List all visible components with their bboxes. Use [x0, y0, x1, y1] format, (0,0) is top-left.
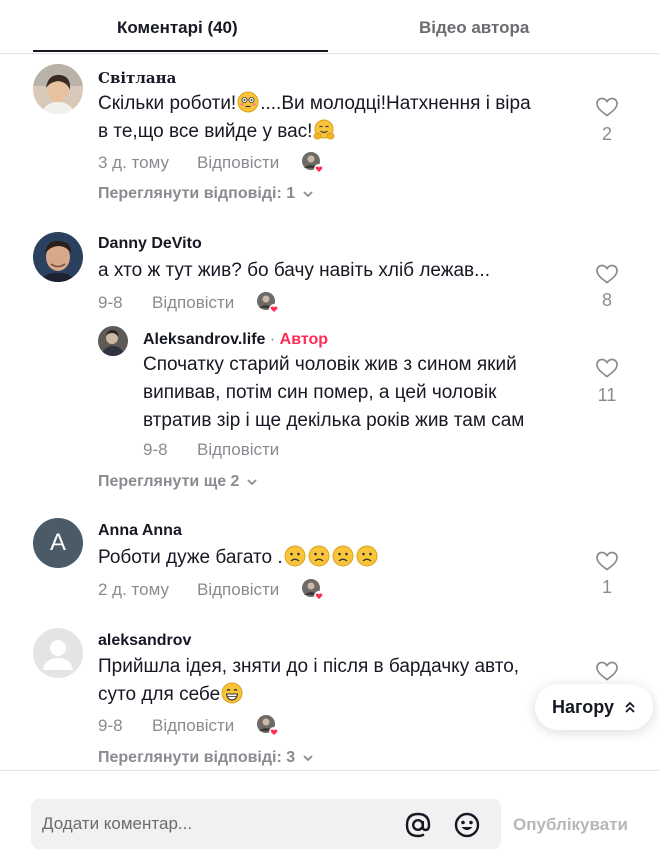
- comment-text: Роботи дуже багато .: [98, 544, 578, 572]
- heart-icon[interactable]: [595, 262, 619, 286]
- comment-text: Прийшла ідея, зняти до і після в бардачк…: [98, 653, 568, 709]
- username[interactable]: Danny DeVito: [98, 235, 202, 253]
- comment-time: 2 д. тому: [98, 580, 169, 599]
- username[interactable]: Aleksandrov.life: [143, 331, 265, 348]
- hugging-emoji-icon: [313, 119, 335, 140]
- reply-time: 9-8: [143, 440, 168, 459]
- avatar[interactable]: [98, 326, 128, 356]
- comment-text-part: Скільки роботи!: [98, 93, 237, 114]
- chevron-down-icon: [247, 479, 258, 486]
- reply-text: Спочатку старий чоловік жив з сином який…: [143, 351, 583, 435]
- tab-bar: Коментарі (40) Відео автора: [0, 0, 659, 54]
- comment-input[interactable]: [42, 799, 392, 849]
- reply-text-line: випивав, потім син помер, а цей чоловік: [143, 382, 497, 403]
- creator-liked-icon: [301, 578, 324, 601]
- heart-icon[interactable]: [595, 549, 619, 573]
- heart-icon[interactable]: [595, 659, 619, 683]
- reply-author: Aleksandrov.life · Автор: [143, 331, 328, 349]
- comment-text-line: суто для себе: [98, 681, 568, 709]
- comment-time: 9-8: [98, 716, 123, 735]
- mention-icon[interactable]: [404, 811, 432, 839]
- username[interactable]: Світлана: [98, 69, 176, 87]
- view-more-replies-button[interactable]: Переглянути ще 2: [98, 473, 259, 491]
- double-chevron-up-icon: [625, 701, 635, 713]
- avatar[interactable]: [33, 64, 83, 114]
- author-badge: Автор: [279, 331, 328, 348]
- frowning-emoji-icon: [356, 545, 378, 567]
- heart-icon[interactable]: [595, 356, 619, 380]
- tab-comments[interactable]: Коментарі (40): [117, 18, 238, 38]
- creator-liked-icon: [256, 714, 279, 737]
- view-more-label: Переглянути ще 2: [98, 473, 240, 490]
- comment-text-part: суто для себе: [98, 684, 221, 705]
- avatar[interactable]: [33, 628, 83, 678]
- creator-liked-icon: [301, 151, 324, 174]
- view-replies-label: Переглянути відповіді: 3: [98, 749, 296, 766]
- chevron-down-icon: [303, 755, 313, 762]
- comment-time: 9-8: [98, 293, 123, 312]
- like-count: 8: [601, 290, 612, 310]
- avatar-letter: A: [49, 529, 66, 556]
- chevron-down-icon: [303, 191, 313, 198]
- active-tab-indicator: [33, 50, 328, 52]
- reply-button[interactable]: Відповісти: [197, 153, 279, 173]
- avatar[interactable]: [33, 232, 83, 282]
- username[interactable]: aleksandrov: [98, 632, 191, 650]
- comment-text-part: Роботи дуже багато .: [98, 547, 283, 568]
- view-replies-button[interactable]: Переглянути відповіді: 1: [98, 185, 315, 203]
- publish-button[interactable]: Опублікувати: [513, 815, 628, 835]
- grinning-emoji-icon: [221, 682, 243, 704]
- reply-text-line: Спочатку старий чоловік жив з сином який: [143, 354, 517, 375]
- like-count: 11: [597, 385, 617, 405]
- comment-text: Скільки роботи! ....Ви молодці!Натхнення …: [98, 90, 568, 146]
- frowning-emoji-icon: [332, 545, 354, 567]
- comment-input-container: [31, 799, 501, 849]
- separator: ·: [265, 331, 280, 348]
- emoji-icon[interactable]: [453, 811, 481, 839]
- reply-button[interactable]: Відповісти: [152, 716, 234, 736]
- view-replies-label: Переглянути відповіді: 1: [98, 185, 296, 202]
- comment-time: 3 д. тому: [98, 153, 169, 172]
- view-replies-button[interactable]: Переглянути відповіді: 3: [98, 749, 315, 767]
- flushed-emoji-icon: [237, 91, 259, 113]
- like-count: 1: [601, 577, 612, 597]
- comment-text-line: Прийшла ідея, зняти до і після в бардачк…: [98, 656, 520, 677]
- comment-composer: Опублікувати: [0, 770, 659, 865]
- like-count: 2: [601, 124, 612, 144]
- username[interactable]: Anna Anna: [98, 522, 182, 540]
- frowning-emoji-icon: [284, 545, 306, 567]
- comment-text: а хто ж тут жив? бо бачу навіть хліб леж…: [98, 260, 490, 281]
- reply-button[interactable]: Відповісти: [152, 293, 234, 313]
- comment-text-part: ....Ви молодці!Натхнення і віра: [260, 93, 531, 114]
- reply-text-line: втратив зір і ще декілька років жив там …: [143, 410, 525, 431]
- avatar[interactable]: A: [33, 518, 83, 568]
- scroll-to-top-label: Нагору: [551, 696, 615, 717]
- reply-button[interactable]: Відповісти: [197, 580, 279, 600]
- frowning-emoji-icon: [308, 545, 330, 567]
- creator-liked-icon: [256, 291, 279, 314]
- heart-icon[interactable]: [595, 95, 619, 119]
- reply-button[interactable]: Відповісти: [197, 440, 279, 460]
- scroll-to-top-button[interactable]: Нагору: [535, 684, 653, 730]
- comment-text-part: в те,що все вийде у вас!: [98, 121, 313, 142]
- tab-author-videos[interactable]: Відео автора: [419, 18, 529, 38]
